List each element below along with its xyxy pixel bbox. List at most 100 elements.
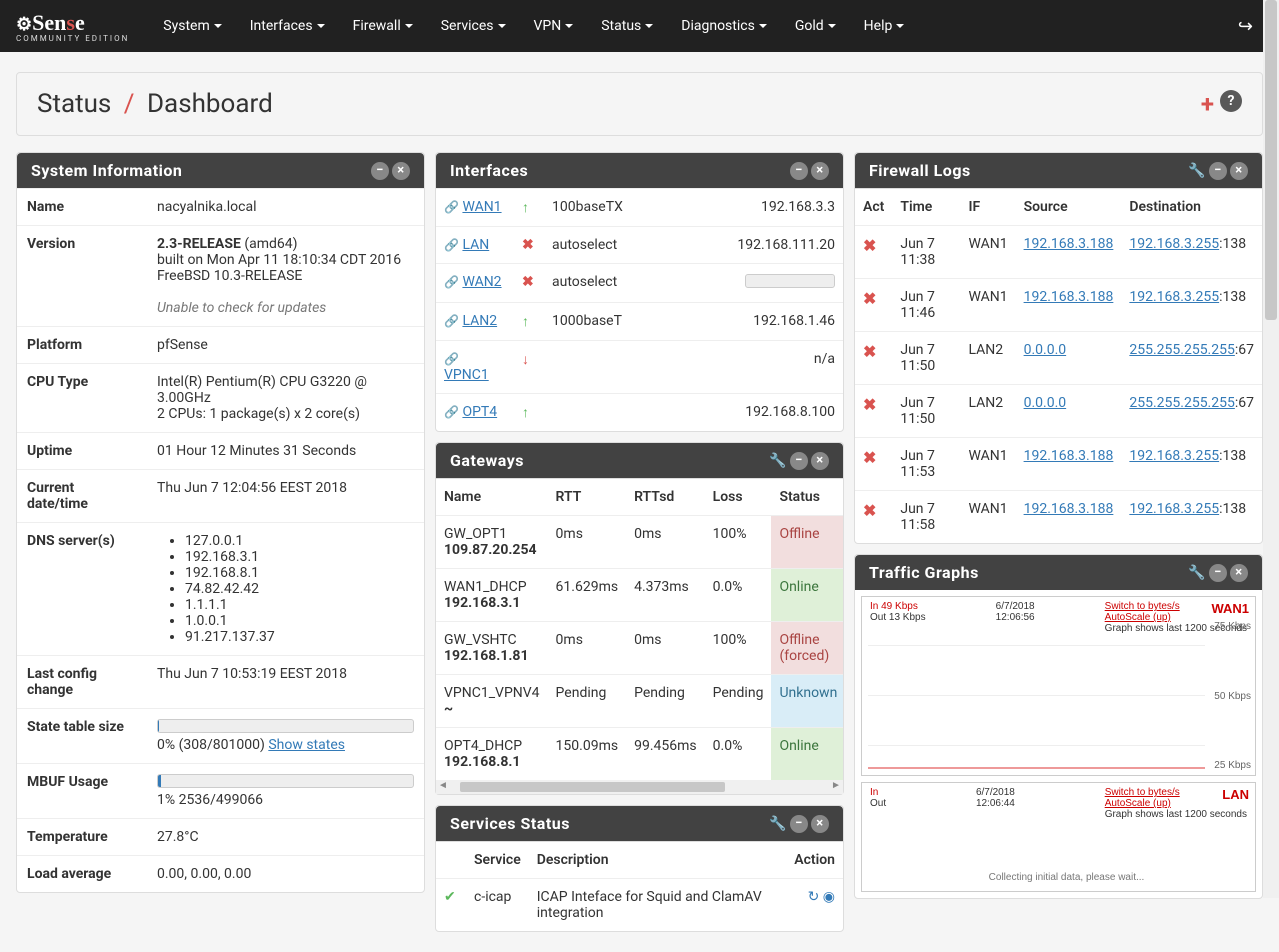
log-time: Jun 7 11:58 — [892, 491, 960, 544]
vertical-scrollbar[interactable] — [1263, 0, 1279, 898]
gateway-name: VPNC1_VPNV4~ — [436, 675, 548, 728]
autoscale-link[interactable]: AutoScale (up) — [1105, 798, 1171, 809]
switch-bytes-link[interactable]: Switch to bytes/s — [1105, 601, 1180, 612]
switch-bytes-link[interactable]: Switch to bytes/s — [1105, 787, 1180, 798]
minimize-icon[interactable]: − — [1209, 162, 1227, 180]
minimize-icon[interactable]: − — [790, 452, 808, 470]
add-widget-icon[interactable]: + — [1201, 90, 1214, 118]
log-row: ✖Jun 7 11:50LAN20.0.0.0255.255.255.255:6… — [855, 385, 1262, 438]
log-interface: WAN1 — [960, 491, 1015, 544]
network-icon: 🔗 — [444, 275, 459, 289]
minimize-icon[interactable]: − — [1209, 564, 1227, 582]
dest-ip-link[interactable]: 192.168.3.255 — [1129, 236, 1219, 252]
log-time: Jun 7 11:53 — [892, 438, 960, 491]
block-icon[interactable]: ✖ — [863, 395, 876, 414]
close-icon[interactable]: × — [1230, 564, 1248, 582]
gateway-row: VPNC1_VPNV4~PendingPendingPendingUnknown — [436, 675, 843, 728]
stop-icon[interactable]: ◉ — [823, 889, 835, 905]
gateway-status: Online — [771, 569, 843, 622]
block-icon[interactable]: ✖ — [863, 236, 876, 255]
services-table: ServiceDescriptionAction✔c-icapICAP Inte… — [436, 841, 843, 931]
interface-row: 🔗 WAN1↑100baseTX 192.168.3.3 — [436, 189, 843, 227]
wrench-icon[interactable]: 🔧 — [769, 815, 787, 833]
nav-vpn[interactable]: VPN — [520, 6, 588, 46]
restart-icon[interactable]: ↻ — [808, 889, 820, 905]
dest-ip-link[interactable]: 192.168.3.255 — [1129, 448, 1219, 464]
gateway-status: Offline — [771, 516, 843, 569]
nav-diagnostics[interactable]: Diagnostics — [667, 6, 781, 46]
horizontal-scrollbar[interactable]: ◄► — [436, 780, 843, 794]
nav-status[interactable]: Status — [587, 6, 667, 46]
source-ip-link[interactable]: 0.0.0.0 — [1024, 395, 1067, 411]
block-icon[interactable]: ✖ — [863, 342, 876, 361]
interface-link[interactable]: WAN2 — [462, 274, 501, 290]
dest-ip-link[interactable]: 192.168.3.255 — [1129, 501, 1219, 517]
panel-title: Services Status — [450, 814, 570, 833]
close-icon[interactable]: × — [392, 162, 410, 180]
nav-gold[interactable]: Gold — [781, 6, 850, 46]
nav-interfaces[interactable]: Interfaces — [236, 6, 339, 46]
dest-ip-link[interactable]: 255.255.255.255 — [1129, 395, 1235, 411]
log-time: Jun 7 11:50 — [892, 332, 960, 385]
minimize-icon[interactable]: − — [371, 162, 389, 180]
interface-ip: 192.168.111.20 — [674, 227, 843, 264]
close-icon[interactable]: × — [811, 452, 829, 470]
gateways-table: NameRTTRTTsdLossStatusGW_OPT1109.87.20.2… — [436, 478, 843, 780]
dest-ip-link[interactable]: 255.255.255.255 — [1129, 342, 1235, 358]
panel-title: Traffic Graphs — [869, 563, 979, 582]
nav-services[interactable]: Services — [427, 6, 520, 46]
panel-header: System Information − × — [17, 153, 424, 188]
minimize-icon[interactable]: − — [790, 162, 808, 180]
gateways-panel: Gateways 🔧−× NameRTTRTTsdLossStatusGW_OP… — [435, 442, 844, 795]
interface-media: autoselect — [544, 227, 674, 264]
source-ip-link[interactable]: 192.168.3.188 — [1024, 289, 1114, 305]
service-name: c-icap — [466, 879, 529, 932]
help-icon[interactable]: ? — [1220, 90, 1242, 112]
interface-row: 🔗 OPT4↑192.168.8.100 — [436, 394, 843, 432]
page-header: Status / Dashboard + ? — [16, 72, 1263, 136]
panel-title: Firewall Logs — [869, 161, 971, 180]
interface-ip: 192.168.3.3 — [674, 189, 843, 227]
network-icon: 🔗 — [444, 238, 459, 252]
close-icon[interactable]: × — [1230, 162, 1248, 180]
column-1: System Information − × Namenacyalnika.lo… — [16, 152, 425, 932]
minimize-icon[interactable]: − — [790, 815, 808, 833]
source-ip-link[interactable]: 192.168.3.188 — [1024, 501, 1114, 517]
logo[interactable]: ⚙Sense COMMUNITY EDITION — [16, 10, 129, 43]
interface-link[interactable]: LAN — [462, 237, 489, 253]
interface-link[interactable]: OPT4 — [462, 404, 497, 420]
autoscale-link[interactable]: AutoScale (up) — [1105, 612, 1171, 623]
source-ip-link[interactable]: 192.168.3.188 — [1024, 448, 1114, 464]
show-states-link[interactable]: Show states — [268, 737, 345, 753]
nav-firewall[interactable]: Firewall — [339, 6, 427, 46]
breadcrumb-root[interactable]: Status — [37, 89, 111, 119]
block-icon[interactable]: ✖ — [863, 448, 876, 467]
interface-link[interactable]: WAN1 — [462, 199, 501, 215]
gateway-row: OPT4_DHCP192.168.8.1150.09ms99.456ms0.0%… — [436, 728, 843, 781]
interface-row: 🔗 LAN✖autoselect192.168.111.20 — [436, 227, 843, 264]
wrench-icon[interactable]: 🔧 — [769, 452, 787, 470]
nav-system[interactable]: System — [149, 6, 235, 46]
close-icon[interactable]: × — [811, 162, 829, 180]
interface-row: 🔗 LAN2↑1000baseT 192.168.1.46 — [436, 303, 843, 341]
logout-icon[interactable]: ↪ — [1238, 16, 1263, 37]
nav-help[interactable]: Help — [850, 6, 919, 46]
hostname: nacyalnika.local — [147, 189, 424, 226]
dest-ip-link[interactable]: 192.168.3.255 — [1129, 289, 1219, 305]
close-icon[interactable]: × — [811, 815, 829, 833]
source-ip-link[interactable]: 0.0.0.0 — [1024, 342, 1067, 358]
dns-entry: 192.168.3.1 — [185, 549, 414, 565]
source-ip-link[interactable]: 192.168.3.188 — [1024, 236, 1114, 252]
log-row: ✖ Jun 7 11:58WAN1 192.168.3.188 192.168.3.2… — [855, 491, 1262, 544]
block-icon[interactable]: ✖ — [863, 289, 876, 308]
interface-link[interactable]: LAN2 — [462, 313, 497, 329]
block-icon[interactable]: ✖ — [863, 501, 876, 520]
wrench-icon[interactable]: 🔧 — [1188, 564, 1206, 582]
gateway-name: GW_VSHTC192.168.1.81 — [436, 622, 548, 675]
log-row: ✖Jun 7 11:50LAN20.0.0.0255.255.255.255:6… — [855, 332, 1262, 385]
traffic-graph-wan1: In 49 Kbps Out 13 Kbps 6/7/201812:06:56 … — [861, 596, 1256, 776]
state-table-bar — [157, 719, 414, 733]
wrench-icon[interactable]: 🔧 — [1188, 162, 1206, 180]
gateway-status: Unknown — [771, 675, 843, 728]
interface-link[interactable]: VPNC1 — [444, 367, 489, 383]
